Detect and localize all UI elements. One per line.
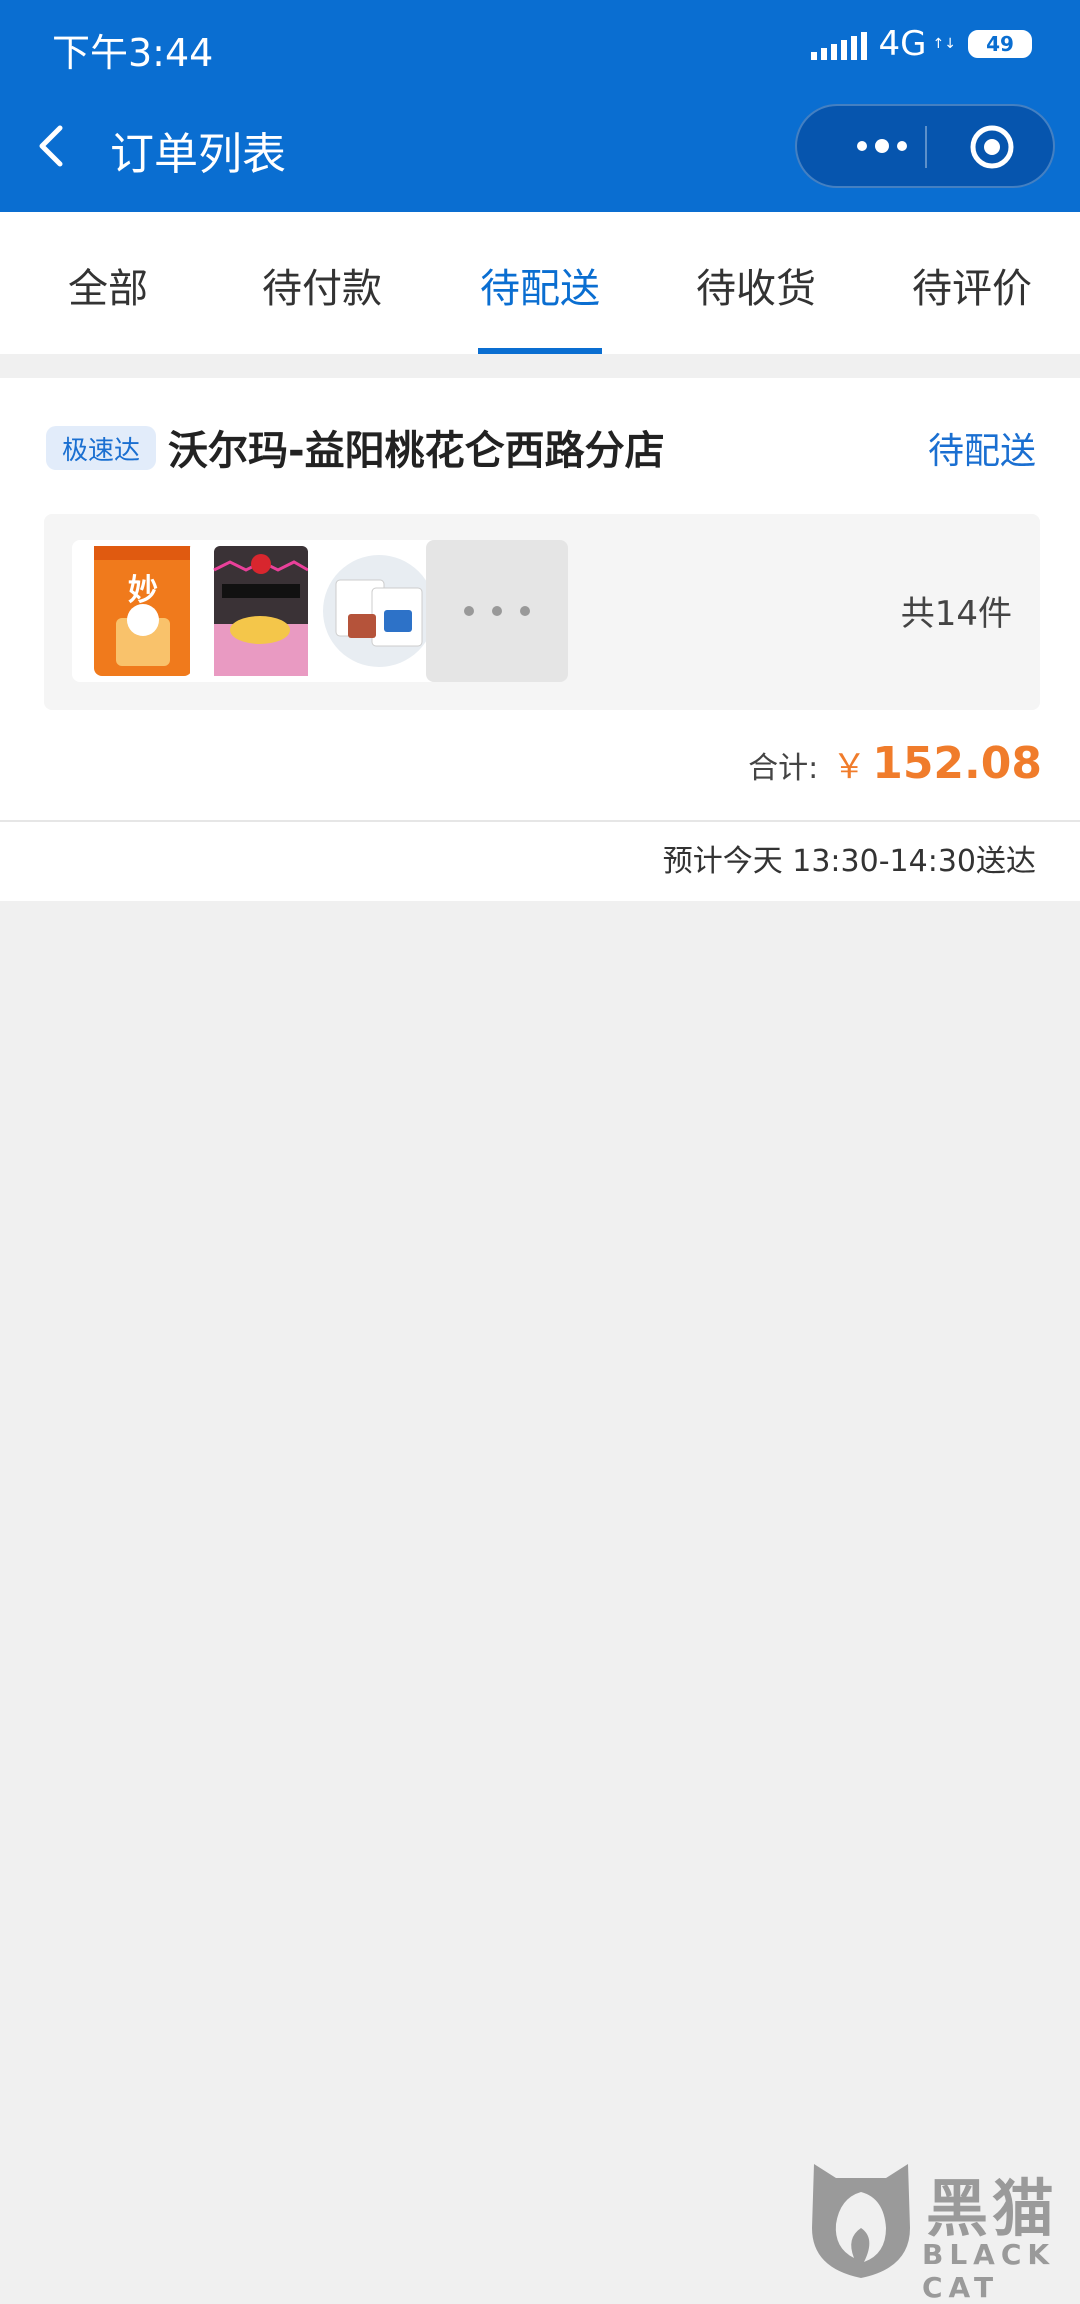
- delivery-eta: 预计今天 13:30-14:30送达: [662, 844, 1036, 879]
- card-divider: [0, 820, 1080, 822]
- total-label: 合计:: [748, 751, 819, 786]
- order-card[interactable]: 极速达 沃尔玛-益阳桃花仑西路分店 待配送 妙 共14件 合计: ￥ 152.0…: [0, 378, 1080, 901]
- express-badge: 极速达: [46, 426, 156, 470]
- more-menu-button[interactable]: [837, 106, 927, 186]
- tab-pending-review[interactable]: 待评价: [912, 256, 1032, 314]
- top-bar: 下午3:44 4G ↑↓ 49 订单列表: [0, 0, 1080, 212]
- network-type: 4G: [878, 24, 927, 64]
- item-count: 共14件: [900, 594, 1012, 634]
- watermark-logo-text: 黑猫: [926, 2172, 1059, 2245]
- page-title: 订单列表: [110, 129, 286, 180]
- currency-symbol: ￥: [832, 747, 867, 787]
- miniprogram-capsule: [795, 104, 1055, 188]
- order-total: 合计: ￥ 152.08: [748, 738, 1042, 789]
- active-tab-indicator: [478, 348, 602, 354]
- more-items-indicator: [426, 540, 568, 682]
- order-items[interactable]: 妙 共14件: [44, 514, 1040, 710]
- svg-text:妙: 妙: [128, 573, 158, 608]
- status-time: 下午3:44: [52, 31, 214, 75]
- tab-pending-payment[interactable]: 待付款: [262, 256, 382, 314]
- chevron-left-icon: [39, 125, 63, 167]
- store-name: 沃尔玛-益阳桃花仑西路分店: [168, 428, 665, 474]
- total-amount: 152.08: [872, 738, 1042, 789]
- tab-pending-delivery[interactable]: 待配送: [480, 256, 600, 314]
- status-indicators: 4G ↑↓ 49: [810, 24, 1032, 64]
- tab-all[interactable]: 全部: [68, 256, 148, 314]
- network-activity: ↑↓: [932, 36, 956, 52]
- watermark-sub-text: BLACK CAT: [922, 2238, 1056, 2304]
- order-status: 待配送: [927, 431, 1036, 472]
- tab-pending-receipt[interactable]: 待收货: [696, 256, 816, 314]
- black-cat-logo-icon: [812, 2164, 910, 2278]
- capsule-divider: [925, 126, 927, 168]
- battery-level: 49: [986, 32, 1014, 56]
- battery-icon: 49: [968, 30, 1032, 58]
- black-cat-watermark: 黑猫 BLACK CAT: [806, 2158, 1080, 2304]
- close-miniprogram-icon[interactable]: [969, 124, 1015, 170]
- order-tabs: 全部 待付款 待配送 待收货 待评价: [0, 212, 1080, 354]
- back-button[interactable]: [30, 116, 78, 176]
- signal-icon: [810, 28, 867, 60]
